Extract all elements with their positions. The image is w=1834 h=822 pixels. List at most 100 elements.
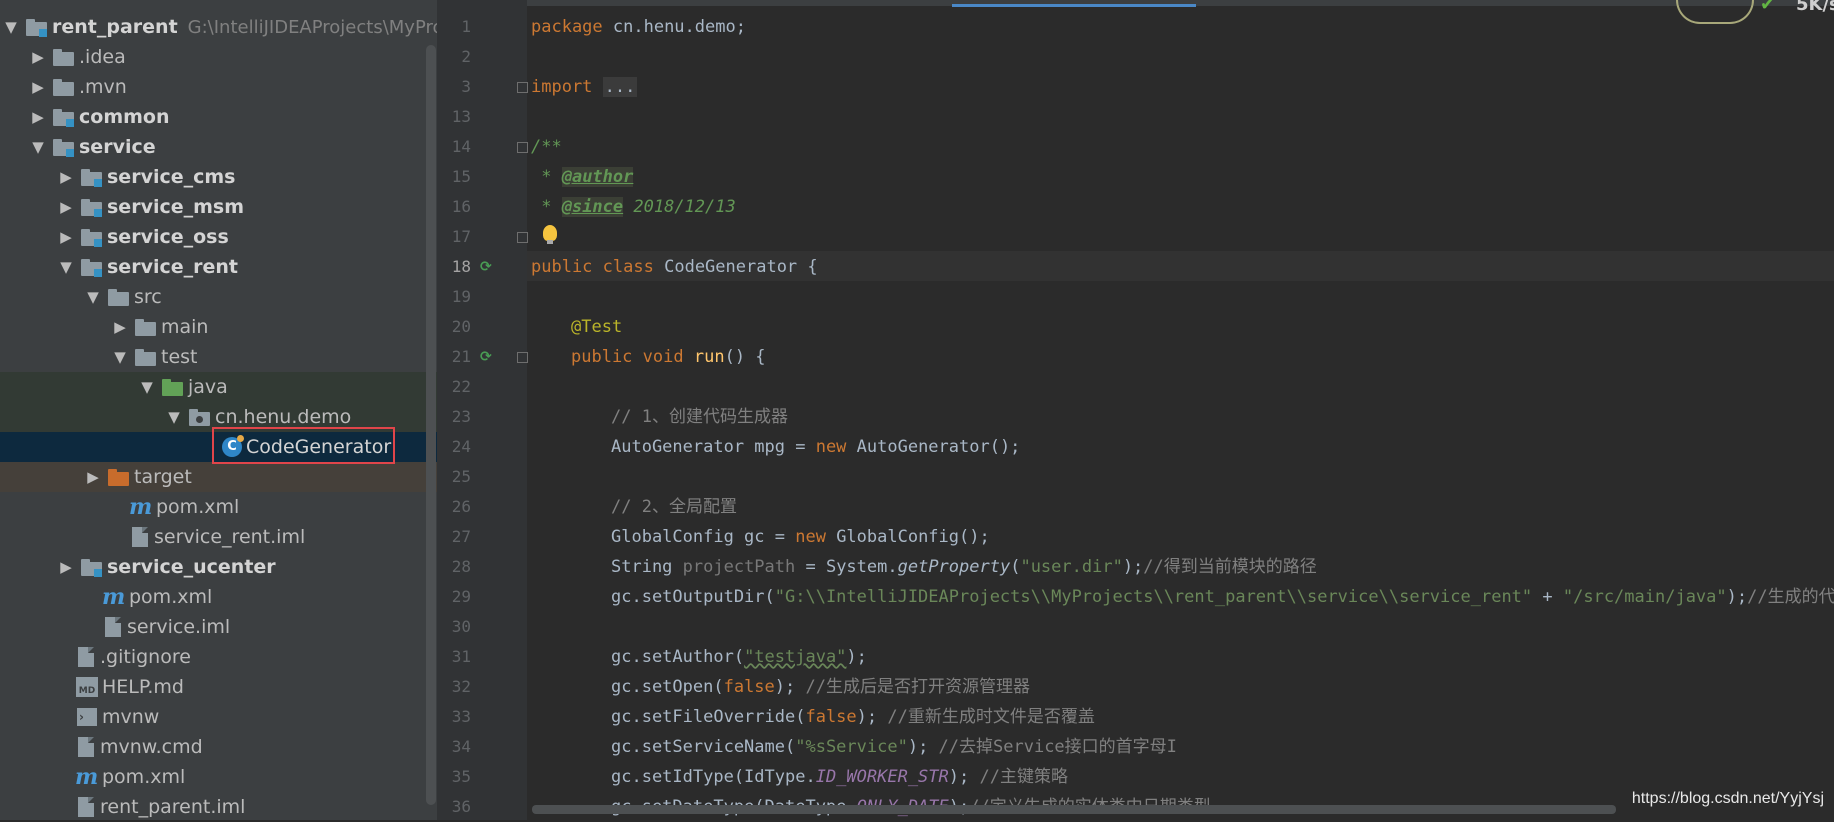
tree-item-service-rent-iml[interactable]: service_rent.iml	[104, 522, 437, 552]
tree-item-test[interactable]: ▼ test	[109, 342, 437, 372]
module-folder-icon	[53, 107, 75, 127]
tree-item-src[interactable]: ▼ src	[82, 282, 437, 312]
tree-item-label: java	[188, 376, 228, 398]
terminal-file-icon: ›	[77, 708, 97, 726]
tree-item-service-oss[interactable]: ▶ service_oss	[55, 222, 437, 252]
code-line: gc.setOpen(false); //生成后是否打开资源管理器	[611, 677, 1030, 697]
tree-item-main[interactable]: ▶ main	[109, 312, 437, 342]
tree-item-label: service_cms	[107, 166, 236, 188]
tree-item-service-msm[interactable]: ▶ service_msm	[55, 192, 437, 222]
maven-icon: m	[129, 494, 153, 520]
tree-item-mvnw[interactable]: › mvnw	[50, 702, 437, 732]
tree-item-service-iml[interactable]: service.iml	[77, 612, 437, 642]
folded-imports[interactable]: ...	[602, 77, 638, 97]
line-number: 27	[451, 527, 471, 546]
code-editor[interactable]: package cn.henu.demo; import ... /** * @…	[527, 0, 1834, 820]
tree-item-pom-service-rent[interactable]: m pom.xml	[104, 492, 437, 522]
excluded-folder-icon	[108, 467, 130, 487]
tree-scrollbar[interactable]	[426, 45, 436, 805]
tree-item-label: main	[161, 316, 209, 338]
module-folder-icon	[81, 257, 103, 277]
tree-item-label: service_ucenter	[107, 556, 276, 578]
expand-arrow-icon[interactable]: ▼	[163, 408, 185, 426]
collapse-arrow-icon[interactable]: ▶	[109, 318, 131, 336]
module-folder-icon	[81, 197, 103, 217]
code-line: public void run() {	[571, 347, 766, 367]
collapse-arrow-icon[interactable]: ▶	[55, 168, 77, 186]
line-number: 22	[451, 377, 471, 396]
checkmark-icon: ✔	[1760, 0, 1776, 15]
folder-icon	[53, 77, 75, 97]
tree-item-label: pom.xml	[129, 586, 213, 608]
tree-item-rent-parent-iml[interactable]: rent_parent.iml	[50, 792, 437, 820]
line-number: 31	[451, 647, 471, 666]
line-number: 26	[451, 497, 471, 516]
collapse-arrow-icon[interactable]: ▶	[55, 228, 77, 246]
line-number-current: 18	[451, 257, 471, 276]
collapse-arrow-icon[interactable]: ▶	[55, 558, 77, 576]
tree-item-label: test	[161, 346, 198, 368]
expand-arrow-icon[interactable]: ▼	[27, 138, 49, 156]
line-number: 24	[451, 437, 471, 456]
code-line: @Test	[571, 317, 623, 337]
line-number: 32	[451, 677, 471, 696]
tree-item-service-rent[interactable]: ▼ service_rent	[55, 252, 437, 282]
expand-arrow-icon[interactable]: ▼	[55, 258, 77, 276]
tree-item-package[interactable]: ▼ cn.henu.demo	[0, 402, 437, 432]
tree-item-service-ucenter[interactable]: ▶ service_ucenter	[55, 552, 437, 582]
line-number: 21	[451, 347, 471, 366]
code-line: import ...	[531, 77, 638, 97]
run-gutter-icon[interactable]: ⟳	[480, 349, 496, 365]
line-number: 23	[451, 407, 471, 426]
tree-item-target[interactable]: ▶ target	[0, 462, 437, 492]
tree-item-label: mvnw	[102, 706, 160, 728]
tree-item-service[interactable]: ▼ service	[27, 132, 437, 162]
gauge-widget	[1676, 0, 1754, 24]
tree-item-label: mvnw.cmd	[100, 736, 203, 758]
iml-file-icon	[105, 617, 121, 637]
iml-file-icon	[132, 527, 148, 547]
tree-item-rent-parent[interactable]: ▼ rent_parent G:\IntelliJIDEAProjects\My…	[0, 12, 437, 42]
line-number: 15	[451, 167, 471, 186]
tree-item-help-md[interactable]: MD HELP.md	[50, 672, 437, 702]
collapse-arrow-icon[interactable]: ▶	[27, 108, 49, 126]
collapse-arrow-icon[interactable]: ▶	[27, 78, 49, 96]
tree-item-idea[interactable]: ▶ .idea	[27, 42, 437, 72]
java-class-icon: C	[222, 435, 244, 457]
code-line: gc.setServiceName("%sService"); //去掉Serv…	[611, 737, 1177, 757]
tree-item-codegenerator[interactable]: C CodeGenerator	[0, 432, 437, 462]
tree-item-gitignore[interactable]: .gitignore	[50, 642, 437, 672]
tree-item-mvnw-cmd[interactable]: mvnw.cmd	[50, 732, 437, 762]
module-folder-icon	[53, 137, 75, 157]
line-number: 3	[461, 77, 471, 96]
tree-item-mvn[interactable]: ▶ .mvn	[27, 72, 437, 102]
run-gutter-icon[interactable]: ⟳	[480, 259, 496, 275]
markdown-file-icon: MD	[76, 677, 98, 697]
expand-arrow-icon[interactable]: ▼	[136, 378, 158, 396]
code-line: gc.setIdType(IdType.ID_WORKER_STR); //主键…	[611, 767, 1068, 787]
code-line: // 1、创建代码生成器	[611, 407, 788, 427]
line-number: 17	[451, 227, 471, 246]
line-number: 19	[451, 287, 471, 306]
tree-item-pom-service[interactable]: m pom.xml	[77, 582, 437, 612]
tree-item-common[interactable]: ▶ common	[27, 102, 437, 132]
tree-item-java[interactable]: ▼ java	[0, 372, 437, 402]
collapse-arrow-icon[interactable]: ▶	[82, 468, 104, 486]
expand-arrow-icon[interactable]: ▼	[109, 348, 131, 366]
tree-item-label: .mvn	[79, 76, 127, 98]
tree-item-label: HELP.md	[102, 676, 184, 698]
collapse-arrow-icon[interactable]: ▶	[55, 198, 77, 216]
code-line: gc.setFileOverride(false); //重新生成时文件是否覆盖	[611, 707, 1095, 727]
tree-item-service-cms[interactable]: ▶ service_cms	[55, 162, 437, 192]
tree-item-label: target	[134, 466, 192, 488]
expand-arrow-icon[interactable]: ▼	[82, 288, 104, 306]
tree-item-pom-root[interactable]: m pom.xml	[50, 762, 437, 792]
line-number: 34	[451, 737, 471, 756]
expand-arrow-icon[interactable]: ▼	[0, 18, 22, 36]
code-line: package cn.henu.demo;	[531, 17, 746, 37]
tree-item-label: .gitignore	[100, 646, 191, 668]
collapse-arrow-icon[interactable]: ▶	[27, 48, 49, 66]
tree-item-label: src	[134, 286, 162, 308]
horizontal-scrollbar[interactable]	[532, 805, 1616, 814]
tree-item-label: pom.xml	[156, 496, 240, 518]
